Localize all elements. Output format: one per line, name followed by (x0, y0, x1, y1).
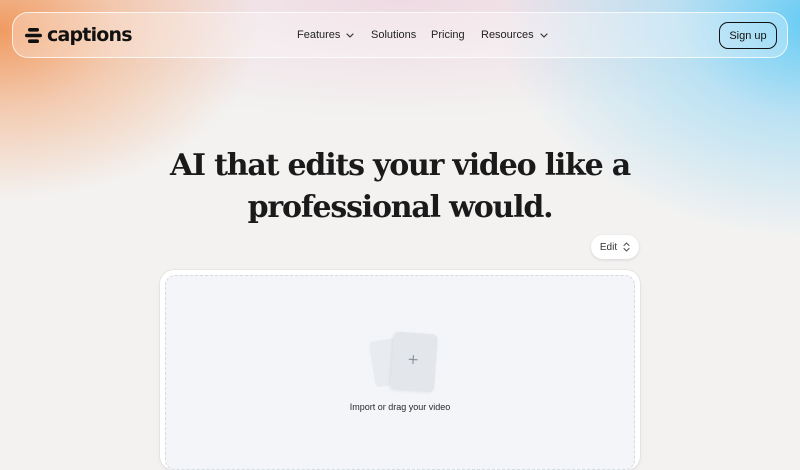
video-drop-zone[interactable]: + Import or drag your video (165, 275, 635, 470)
import-video-label: Import or drag your video (349, 402, 451, 412)
hero-title: AI that edits your video like a professi… (0, 145, 800, 229)
chevron-down-icon (346, 32, 355, 38)
hero-title-line-1: AI that edits your video like a (169, 148, 631, 184)
hero-title-line-2: professional would. (247, 190, 554, 226)
chevron-down-icon (539, 32, 548, 38)
video-upload-card[interactable]: + (390, 331, 438, 393)
chevron-updown-icon (623, 242, 630, 252)
plus-icon: + (406, 351, 420, 369)
nav-item-label: Solutions (371, 29, 417, 41)
video-editor-panel: + Import or drag your video (160, 270, 640, 470)
nav-item-label: Resources (481, 29, 534, 41)
nav-item-label: Features (297, 29, 341, 41)
nav-item-resources[interactable]: Resources (481, 29, 548, 41)
edit-mode-dropdown[interactable]: Edit (591, 235, 639, 259)
nav-item-label: Pricing (431, 29, 465, 41)
top-navbar: captions Features Solutions Pricing Reso… (12, 12, 788, 58)
nav-item-features[interactable]: Features (297, 29, 355, 41)
edit-mode-label: Edit (599, 241, 618, 253)
main-nav: Features Solutions Pricing Resources (13, 13, 787, 59)
nav-item-solutions[interactable]: Solutions (371, 29, 416, 41)
sign-up-button[interactable]: Sign up (719, 22, 777, 49)
nav-item-pricing[interactable]: Pricing (431, 29, 465, 41)
